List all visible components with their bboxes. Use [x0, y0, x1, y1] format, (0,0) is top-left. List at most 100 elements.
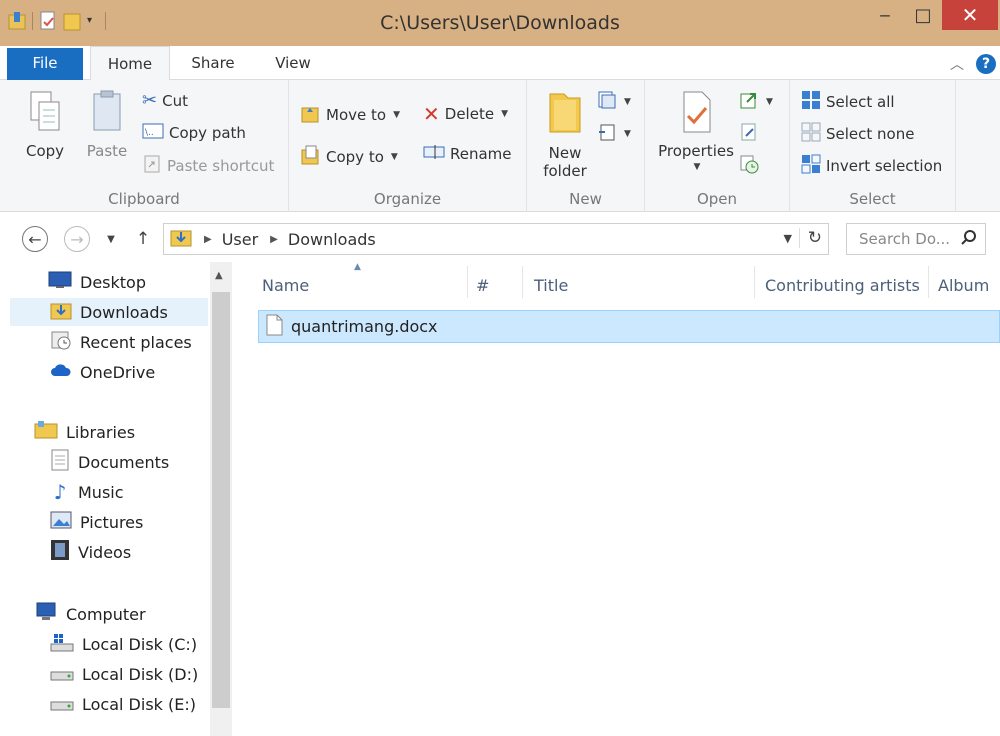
up-arrow-icon[interactable]: ↑: [130, 226, 156, 252]
documents-icon: [50, 449, 70, 475]
history-button[interactable]: [739, 154, 759, 178]
refresh-icon[interactable]: ↻: [798, 228, 822, 248]
paste-label: Paste: [86, 142, 128, 160]
column-header-name[interactable]: Name: [262, 272, 309, 300]
open-icon: [739, 90, 759, 114]
rename-button[interactable]: Rename: [423, 144, 512, 164]
move-to-button[interactable]: Move to ▼: [301, 102, 400, 128]
nav-item-libraries[interactable]: Libraries: [34, 418, 135, 446]
edit-button[interactable]: [739, 122, 759, 146]
nav-item-desktop[interactable]: Desktop: [48, 268, 146, 296]
collapse-ribbon-icon[interactable]: ︿: [950, 54, 964, 74]
close-button[interactable]: ✕: [942, 0, 998, 30]
properties-label: Properties: [658, 142, 734, 160]
back-arrow-icon[interactable]: ←: [22, 226, 48, 252]
folder-icon: [537, 88, 593, 140]
copy-to-button[interactable]: Copy to ▼: [301, 144, 398, 170]
address-bar[interactable]: ▶ User ▶ Downloads ▼ ↻: [163, 223, 829, 255]
chevron-down-icon: ▼: [624, 129, 631, 139]
nav-item-computer[interactable]: Computer: [34, 600, 146, 628]
organize-group-label: Organize: [373, 190, 442, 208]
minimize-button[interactable]: ‒: [868, 0, 902, 30]
column-divider[interactable]: [754, 266, 755, 298]
breadcrumb-user[interactable]: User: [222, 230, 258, 249]
libraries-icon: [34, 420, 58, 444]
paste-shortcut-button[interactable]: Paste shortcut: [142, 155, 274, 177]
tab-file[interactable]: File: [7, 48, 83, 80]
forward-arrow-icon[interactable]: →: [64, 226, 90, 252]
copy-to-icon: [301, 144, 321, 170]
select-none-icon: [801, 122, 821, 146]
nav-item-videos[interactable]: Videos: [50, 538, 131, 566]
select-none-button[interactable]: Select none: [801, 122, 914, 146]
clipboard-group-label: Clipboard: [108, 190, 180, 208]
search-input[interactable]: Search Do...: [846, 223, 986, 255]
new-item-button[interactable]: ▼: [597, 90, 631, 114]
column-divider[interactable]: [928, 266, 929, 298]
recent-places-icon: [50, 329, 72, 355]
nav-item-pictures[interactable]: Pictures: [50, 508, 143, 536]
nav-item-label: Documents: [78, 452, 170, 472]
chevron-down-icon: ▼: [393, 110, 400, 120]
nav-item-downloads[interactable]: Downloads: [10, 298, 208, 326]
breadcrumb-downloads[interactable]: Downloads: [288, 230, 376, 249]
column-header-title[interactable]: Title: [534, 272, 568, 300]
invert-selection-icon: [801, 154, 821, 178]
easy-access-button[interactable]: ▼: [597, 122, 631, 146]
nav-item-local-disk-d[interactable]: Local Disk (D:): [50, 660, 198, 688]
nav-item-local-disk-c[interactable]: Local Disk (C:): [50, 630, 197, 658]
new-folder-button[interactable]: New folder: [537, 88, 593, 180]
search-placeholder: Search Do...: [859, 230, 951, 248]
rename-icon: [423, 144, 445, 164]
svg-text:\..: \..: [145, 128, 154, 138]
column-header-contributing-artists[interactable]: Contributing artists: [765, 272, 920, 300]
nav-item-label: Downloads: [80, 302, 168, 322]
breadcrumb-separator-icon[interactable]: ▶: [204, 234, 212, 245]
tab-share[interactable]: Share: [178, 46, 248, 80]
help-icon[interactable]: ?: [976, 54, 996, 74]
nav-item-local-disk-e[interactable]: Local Disk (E:): [50, 690, 196, 718]
copy-path-button[interactable]: \.. Copy path: [142, 123, 246, 143]
new-group: New folder ▼ ▼ New: [527, 80, 645, 212]
navigation-pane-scrollbar[interactable]: ▲: [210, 262, 232, 736]
nav-item-label: Recent places: [80, 332, 192, 352]
scissors-icon: ✂: [142, 90, 158, 111]
tab-home[interactable]: Home: [90, 46, 170, 81]
recent-locations-chevron-icon[interactable]: ▼: [98, 226, 124, 252]
delete-button[interactable]: ✕ Delete ▼: [423, 102, 508, 126]
system-drive-icon: [50, 632, 74, 656]
column-divider[interactable]: [467, 266, 468, 298]
cut-button[interactable]: ✂ Cut: [142, 90, 188, 111]
nav-item-recent-places[interactable]: Recent places: [50, 328, 192, 356]
paste-icon: [80, 90, 134, 138]
select-none-label: Select none: [826, 125, 915, 143]
nav-item-onedrive[interactable]: OneDrive: [50, 358, 155, 386]
breadcrumb-separator-icon[interactable]: ▶: [270, 234, 278, 245]
window-title: C:\Users\User\Downloads: [380, 12, 620, 34]
nav-item-label: Pictures: [80, 512, 144, 532]
select-all-button[interactable]: Select all: [801, 90, 895, 114]
paste-button[interactable]: Paste: [80, 90, 134, 160]
scrollbar-thumb[interactable]: [212, 292, 230, 708]
nav-item-label: Computer: [66, 604, 146, 624]
maximize-button[interactable]: □: [906, 0, 940, 30]
scroll-up-chevron-icon[interactable]: ▲: [215, 270, 223, 281]
ribbon-tabs: File Home Share View ︿ ?: [0, 46, 1000, 81]
column-header-album[interactable]: Album: [938, 272, 989, 300]
properties-button[interactable]: Properties ▼: [651, 90, 741, 172]
file-row[interactable]: quantrimang.docx: [258, 310, 1000, 343]
invert-selection-button[interactable]: Invert selection: [801, 154, 942, 178]
delete-x-icon: ✕: [423, 102, 440, 126]
column-header-number[interactable]: #: [476, 272, 489, 300]
tab-view[interactable]: View: [262, 46, 324, 80]
search-icon: [961, 229, 977, 249]
delete-label: Delete: [444, 105, 495, 123]
nav-item-documents[interactable]: Documents: [50, 448, 169, 476]
copy-icon: [18, 90, 72, 138]
copy-button[interactable]: Copy: [18, 90, 72, 160]
move-to-label: Move to: [326, 106, 387, 124]
open-button[interactable]: ▼: [739, 90, 773, 114]
nav-item-music[interactable]: ♪ Music: [50, 478, 124, 506]
column-divider[interactable]: [522, 266, 523, 298]
address-history-chevron-icon[interactable]: ▼: [784, 232, 792, 245]
